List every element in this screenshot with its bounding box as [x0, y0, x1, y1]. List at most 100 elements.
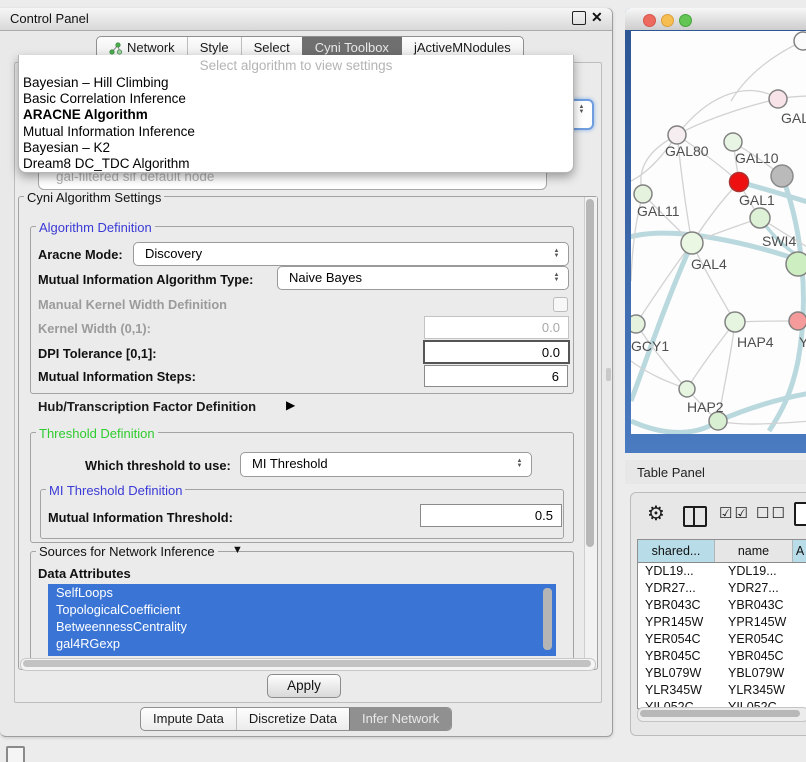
algorithm-dropdown-prompt: Select algorithm to view settings	[19, 58, 573, 73]
table-row[interactable]: YER054CYER054C8.	[638, 631, 806, 648]
attribute-item-selected[interactable]: gal4RGexp	[48, 635, 556, 652]
bottom-tabbar: Impute Data Discretize Data Infer Networ…	[140, 707, 452, 731]
node-gal4[interactable]	[681, 232, 703, 254]
float-window-icon[interactable]	[572, 11, 586, 25]
combo-arrows-icon: ▲▼	[552, 273, 561, 282]
table-panel-container: ⚙ ☑☑ ☐☐ shared... name A YDL19...YDL19..…	[630, 492, 806, 736]
node-gal1[interactable]	[750, 208, 770, 228]
data-attributes-list[interactable]: SelfLoops TopologicalCoefficient Between…	[48, 584, 556, 656]
mi-threshold-input[interactable]: 0.5	[420, 504, 562, 527]
which-threshold-combo[interactable]: MI Threshold ▲▼	[240, 452, 532, 477]
application-root: Control Panel ✕ Network Style Select Cyn…	[0, 0, 806, 762]
node-label: HAP4	[737, 334, 774, 350]
document-icon[interactable]	[794, 502, 806, 526]
aracne-mode-label: Aracne Mode:	[38, 247, 123, 262]
node-partial-top[interactable]	[794, 32, 806, 50]
network-window-titlebar[interactable]	[625, 8, 806, 31]
zoom-traffic-light-icon[interactable]	[679, 14, 692, 27]
close-icon[interactable]: ✕	[591, 9, 603, 26]
node-table[interactable]: shared... name A YDL19...YDL19...13 YDR2…	[637, 539, 806, 709]
algorithm-dropdown-popup: Select algorithm to view settings Bayesi…	[18, 55, 574, 173]
node-gal80[interactable]	[668, 126, 686, 144]
apply-button[interactable]: Apply	[267, 674, 341, 698]
expand-arrow-icon[interactable]: ▶	[286, 398, 295, 412]
table-row[interactable]: YBR043CYBR043C	[638, 597, 806, 614]
node-gal10[interactable]	[724, 133, 742, 151]
table-row[interactable]: YDL19...YDL19...13	[638, 563, 806, 580]
combo-arrows-icon: ▲▼	[552, 249, 561, 258]
node-label: GAL80	[665, 143, 709, 159]
column-header-shared-name[interactable]: shared...	[638, 540, 715, 562]
table-row[interactable]: YBR045CYBR045C9.	[638, 648, 806, 665]
manual-kernel-width-checkbox[interactable]	[553, 297, 568, 312]
table-horizontal-scrollbar-track[interactable]	[637, 707, 806, 722]
settings-horizontal-scrollbar-thumb[interactable]	[23, 660, 591, 667]
node-label: GAL1	[739, 192, 775, 208]
node-label: GAL4	[691, 256, 727, 272]
network-canvas[interactable]: GAL GAL80 GAL10 GAL1 GAL11 SWI4 GAL4 GCY…	[631, 31, 806, 434]
sources-group-title: Sources for Network Inference	[36, 544, 218, 559]
settings-vertical-scrollbar-thumb[interactable]	[586, 199, 594, 547]
tab-infer-network[interactable]: Infer Network	[349, 708, 451, 730]
tab-infer-network-label: Infer Network	[362, 708, 439, 730]
node-hap4[interactable]	[725, 312, 745, 332]
dpi-tolerance-input[interactable]: 0.0	[423, 340, 570, 364]
network-graph: GAL GAL80 GAL10 GAL1 GAL11 SWI4 GAL4 GCY…	[631, 31, 806, 434]
combo-arrows-icon: ▲▼	[577, 105, 586, 114]
panel-splitter-handle[interactable]	[606, 368, 611, 381]
checked-columns-icon[interactable]: ☑☑	[719, 504, 750, 522]
table-toolbar: ⚙ ☑☑ ☐☐	[631, 493, 806, 539]
algorithm-option[interactable]: Bayesian – Hill Climbing	[23, 75, 569, 91]
node-gcy1[interactable]	[631, 315, 645, 333]
tab-impute-data[interactable]: Impute Data	[141, 708, 236, 730]
node-hap2[interactable]	[679, 381, 695, 397]
settings-group-title: Cyni Algorithm Settings	[24, 190, 164, 205]
aracne-mode-combo[interactable]: Discovery ▲▼	[133, 242, 569, 266]
table-row[interactable]: YDR27...YDR27...12	[638, 580, 806, 597]
table-row[interactable]: YPR145WYPR145W9.	[638, 614, 806, 631]
control-panel-titlebar[interactable]	[0, 8, 612, 31]
table-horizontal-scrollbar-thumb[interactable]	[640, 710, 800, 717]
minimize-traffic-light-icon[interactable]	[661, 14, 674, 27]
mi-steps-label: Mutual Information Steps:	[38, 369, 196, 384]
node-gray[interactable]	[771, 165, 793, 187]
attribute-item-selected[interactable]: BetweennessCentrality	[48, 618, 556, 635]
algorithm-option[interactable]: Basic Correlation Inference	[23, 91, 569, 107]
node-swi4[interactable]	[786, 252, 806, 276]
mi-algorithm-type-value: Naive Bayes	[289, 270, 362, 285]
node-red-selected[interactable]	[730, 173, 749, 192]
attribute-item-selected[interactable]: SelfLoops	[48, 584, 556, 601]
unchecked-columns-icon[interactable]: ☐☐	[756, 504, 787, 522]
node-gal11[interactable]	[634, 185, 652, 203]
table-header-row: shared... name A	[638, 540, 806, 563]
table-row[interactable]: YBL079WYBL079W	[638, 665, 806, 682]
mi-algorithm-type-combo[interactable]: Naive Bayes ▲▼	[277, 266, 569, 290]
dpi-tolerance-label: DPI Tolerance [0,1]:	[38, 346, 157, 361]
which-threshold-label: Which threshold to use:	[85, 458, 231, 473]
kernel-width-value: 0.0	[542, 320, 560, 335]
collapse-arrow-icon[interactable]: ▼	[232, 544, 243, 556]
algorithm-definition-title: Algorithm Definition	[36, 220, 155, 235]
columns-icon[interactable]	[683, 506, 707, 527]
column-header-name[interactable]: name	[715, 540, 793, 562]
tab-discretize-data[interactable]: Discretize Data	[236, 708, 349, 730]
algorithm-option[interactable]: Bayesian – K2	[23, 140, 569, 156]
algorithm-option-selected[interactable]: ARACNE Algorithm	[23, 107, 569, 123]
network-node-labels: GAL GAL80 GAL10 GAL1 GAL11 SWI4 GAL4 GCY…	[631, 110, 806, 415]
node-pink[interactable]	[769, 90, 787, 108]
algorithm-option[interactable]: Mutual Information Inference	[23, 124, 569, 140]
attribute-item-selected[interactable]: TopologicalCoefficient	[48, 601, 556, 618]
column-header-partial[interactable]: A	[793, 540, 806, 562]
attributes-list-scrollbar[interactable]	[543, 588, 552, 650]
mi-steps-input[interactable]: 6	[424, 365, 568, 387]
mi-algorithm-type-label: Mutual Information Algorithm Type:	[38, 272, 253, 287]
hub-factor-definition-label[interactable]: Hub/Transcription Factor Definition	[38, 399, 256, 414]
close-traffic-light-icon[interactable]	[643, 14, 656, 27]
mi-threshold-definition-title: MI Threshold Definition	[46, 483, 185, 498]
gear-icon[interactable]: ⚙	[647, 501, 665, 526]
docked-panel-icon[interactable]	[6, 746, 25, 762]
node-salmon[interactable]	[789, 312, 806, 330]
data-attributes-label: Data Attributes	[38, 566, 131, 581]
algorithm-option[interactable]: Dream8 DC_TDC Algorithm	[23, 156, 569, 172]
table-row[interactable]: YLR345WYLR345W9.	[638, 682, 806, 699]
